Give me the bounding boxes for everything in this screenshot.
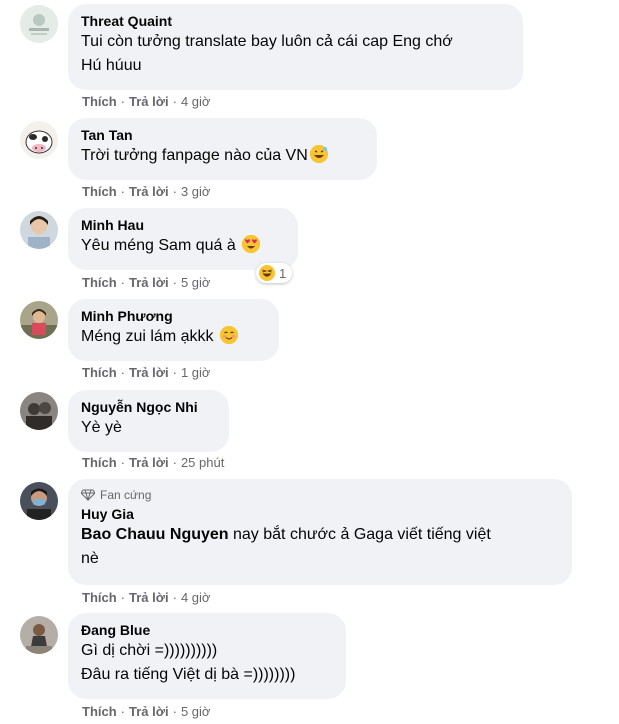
comment-actions: Thích · Trả lời · 5 giờ [82,704,210,720]
separator: · [172,455,177,470]
separator: · [120,455,126,470]
comment-time[interactable]: 1 giờ [181,365,211,380]
comment-bubble: Minh Hau Yêu méng Sam quá à [68,208,298,270]
fan-badge: Fan cứng [81,487,560,503]
comment-bubble: Tan Tan Trời tưởng fanpage nào của VN [68,118,377,180]
comment-actions: Thích · Trả lời · 25 phút [82,455,224,471]
commenter-name[interactable]: Minh Phương [81,307,267,325]
grinning-sweat-emoji-icon [309,145,328,163]
comment-text-row: Trời tưởng fanpage nào của VN [81,144,365,168]
avatar-image-icon [20,392,58,430]
comment-bubble: Đang Blue Gì dị chời =)))))))))) Đâu ra … [68,613,346,699]
avatar[interactable] [20,5,58,43]
separator: · [120,275,126,290]
separator: · [172,365,177,380]
smiling-blush-emoji-icon [219,326,238,344]
comment-text: Yè yè [81,419,122,436]
reply-button[interactable]: Trả lời [129,590,169,605]
commenter-name[interactable]: Minh Hau [81,216,286,234]
comment-actions: Thích · Trả lời · 4 giờ [82,94,210,110]
avatar[interactable] [20,482,58,520]
comment-time[interactable]: 4 giờ [181,590,211,605]
avatar-image-icon [20,301,58,339]
reply-button[interactable]: Trả lời [129,455,169,470]
comment-text-row: Yêu méng Sam quá à [81,234,286,258]
separator: · [172,275,177,290]
comment-bubble: Nguyễn Ngọc Nhi Yè yè [68,390,229,452]
comment-actions: Thích · Trả lời · 1 giờ [82,365,210,381]
comment-text: Trời tưởng fanpage nào của VN [81,147,308,164]
separator: · [120,590,126,605]
avatar-image-icon [20,5,58,43]
separator: · [172,590,177,605]
comment-actions: Thích · Trả lời · 3 giờ [82,184,210,200]
commenter-name[interactable]: Tan Tan [81,126,365,144]
avatar[interactable] [20,616,58,654]
comment-bubble: Fan cứng Huy Gia Bao Chauu Nguyen nay bắ… [68,479,572,585]
comment-text-row: Méng zui lám ạkkk [81,325,267,349]
reply-button[interactable]: Trả lời [129,275,169,290]
reply-button[interactable]: Trả lời [129,94,169,109]
like-button[interactable]: Thích [82,275,117,290]
heart-eyes-emoji-icon [242,235,261,253]
comment-time[interactable]: 5 giờ [181,275,211,290]
comment-bubble: Threat Quaint Tui còn tưởng translate ba… [68,4,523,90]
tagged-user-link[interactable]: Bao Chauu Nguyen [81,526,229,543]
comment-time[interactable]: 4 giờ [181,94,211,109]
haha-reaction-icon [259,265,275,281]
separator: · [172,184,177,199]
cow-avatar-icon [20,121,58,159]
comment-time[interactable]: 5 giờ [181,704,211,719]
separator: · [120,184,126,199]
comment-time[interactable]: 3 giờ [181,184,211,199]
comment-text: Méng zui lám ạkkk [81,328,214,345]
comment-bubble: Minh Phương Méng zui lám ạkkk [68,299,279,361]
avatar-image-icon [20,482,58,520]
separator: · [120,365,126,380]
like-button[interactable]: Thích [82,365,117,380]
avatar[interactable] [20,121,58,159]
reply-button[interactable]: Trả lời [129,704,169,719]
commenter-name[interactable]: Nguyễn Ngọc Nhi [81,398,217,416]
comment-text-row: Bao Chauu Nguyen nay bắt chước ả Gaga vi… [81,523,560,571]
separator: · [120,704,126,719]
separator: · [172,94,177,109]
like-button[interactable]: Thích [82,94,117,109]
comment-text: Tui còn tưởng translate bay luôn cả cái … [81,33,453,74]
comment-actions: Thích · Trả lời · 5 giờ [82,275,210,291]
comment-text: Yêu méng Sam quá à [81,237,236,254]
diamond-icon [81,489,95,501]
reaction-count-value: 1 [279,265,287,281]
avatar-image-icon [20,211,58,249]
avatar-image-icon [20,616,58,654]
reply-button[interactable]: Trả lời [129,184,169,199]
comment-actions: Thích · Trả lời · 4 giờ [82,590,210,606]
comment-time[interactable]: 25 phút [181,455,224,470]
like-button[interactable]: Thích [82,455,117,470]
avatar[interactable] [20,301,58,339]
commenter-name[interactable]: Huy Gia [81,505,560,523]
separator: · [120,94,126,109]
avatar[interactable] [20,392,58,430]
comment-text: Gì dị chời =)))))))))) Đâu ra tiếng Việt… [81,642,296,683]
like-button[interactable]: Thích [82,184,117,199]
avatar[interactable] [20,211,58,249]
separator: · [172,704,177,719]
commenter-name[interactable]: Threat Quaint [81,12,511,30]
fan-badge-label: Fan cứng [100,488,152,502]
like-button[interactable]: Thích [82,590,117,605]
commenter-name[interactable]: Đang Blue [81,621,334,639]
like-button[interactable]: Thích [82,704,117,719]
reply-button[interactable]: Trả lời [129,365,169,380]
reaction-count[interactable]: 1 [256,263,293,283]
